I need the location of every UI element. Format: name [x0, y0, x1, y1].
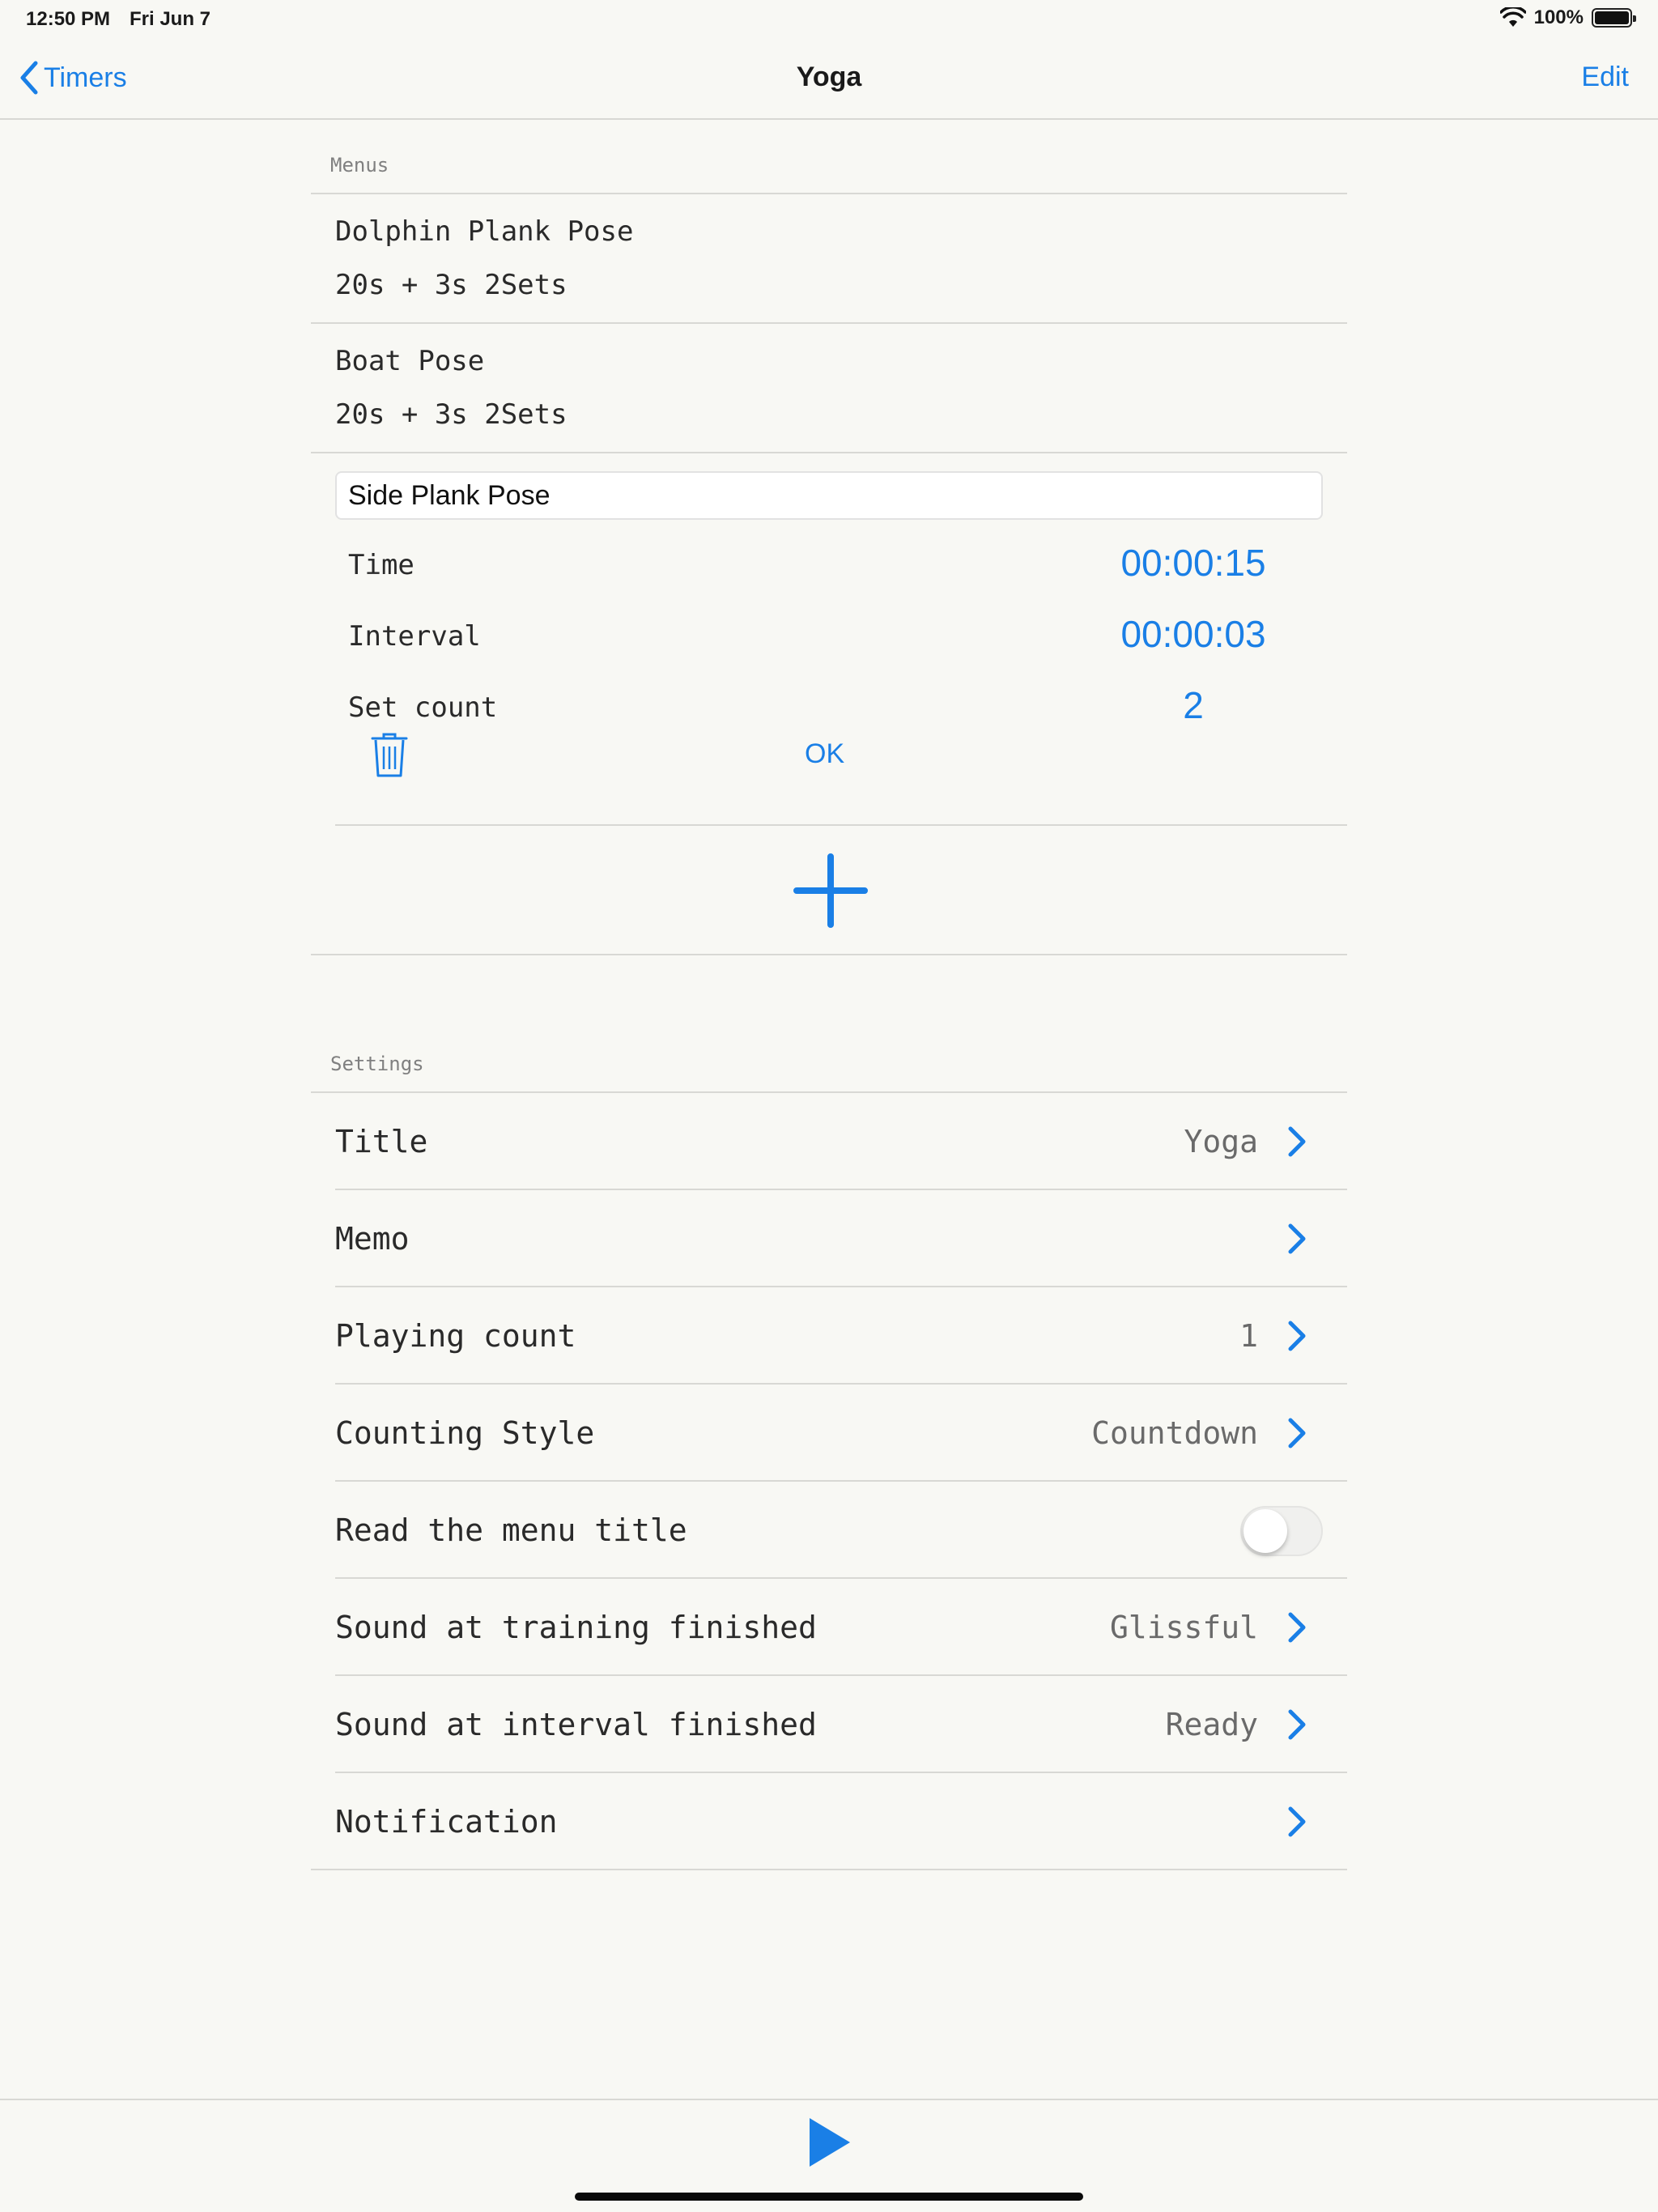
settings-row-value: Yoga [1184, 1124, 1258, 1159]
settings-row-value: 1 [1239, 1318, 1258, 1354]
chevron-right-icon[interactable] [1286, 1221, 1308, 1257]
status-time: 12:50 PM [26, 8, 111, 30]
navigation-bar: Timers Yoga Edit [0, 39, 1658, 120]
chevron-right-icon[interactable] [1286, 1610, 1308, 1645]
time-value-picker[interactable]: 00:00:15 [1096, 541, 1290, 585]
menus-section: Menus Dolphin Plank Pose 20s + 3s 2Sets … [311, 121, 1347, 955]
settings-row-label: Notification [335, 1804, 558, 1840]
bottom-toolbar [0, 2099, 1658, 2212]
settings-row-read-menu-title: Read the menu title [335, 1482, 1347, 1579]
settings-row-sound-interval-finished[interactable]: Sound at interval finished Ready [335, 1676, 1347, 1773]
menu-name-input[interactable] [335, 471, 1323, 520]
chevron-right-icon[interactable] [1286, 1707, 1308, 1742]
menu-item-detail: 20s + 3s 2Sets [335, 398, 568, 431]
chevron-right-icon[interactable] [1286, 1415, 1308, 1451]
settings-row-value: Ready [1165, 1707, 1258, 1742]
wifi-icon [1499, 7, 1526, 27]
settings-row-label: Sound at training finished [335, 1610, 817, 1645]
settings-row-label: Title [335, 1124, 428, 1159]
settings-row-playing-count[interactable]: Playing count 1 [335, 1287, 1347, 1385]
settings-section-header: Settings [311, 1019, 1347, 1093]
settings-row-label: Read the menu title [335, 1512, 687, 1548]
menu-edit-card: Time 00:00:15 Interval 00:00:03 Set coun… [335, 453, 1347, 826]
plus-icon[interactable] [793, 853, 868, 928]
set-count-value-picker[interactable]: 2 [1096, 683, 1290, 727]
settings-row-sound-training-finished[interactable]: Sound at training finished Glissful [335, 1579, 1347, 1676]
battery-icon [1592, 8, 1636, 28]
menu-item-detail: 20s + 3s 2Sets [335, 269, 568, 301]
status-bar: 12:50 PM Fri Jun 7 100% [0, 0, 1658, 39]
chevron-right-icon[interactable] [1286, 1124, 1308, 1159]
settings-row-label: Counting Style [335, 1415, 595, 1451]
ok-button[interactable]: OK [805, 738, 844, 770]
status-date: Fri Jun 7 [130, 8, 211, 30]
chevron-right-icon[interactable] [1286, 1318, 1308, 1354]
settings-row-label: Memo [335, 1221, 410, 1257]
menu-item-name: Boat Pose [335, 345, 485, 377]
read-menu-title-toggle[interactable] [1240, 1506, 1323, 1556]
menu-item-name: Dolphin Plank Pose [335, 215, 634, 248]
settings-row-counting-style[interactable]: Counting Style Countdown [335, 1385, 1347, 1482]
menus-section-header: Menus [311, 121, 1347, 194]
time-row: Time 00:00:15 [335, 534, 1323, 599]
settings-row-label: Playing count [335, 1318, 576, 1354]
edit-button[interactable]: Edit [1581, 62, 1629, 93]
home-indicator [575, 2193, 1083, 2201]
interval-label: Interval [348, 620, 481, 653]
interval-value-picker[interactable]: 00:00:03 [1096, 612, 1290, 656]
status-right: 100% [1499, 6, 1636, 29]
chevron-right-icon[interactable] [1286, 1804, 1308, 1840]
menu-item-boat-pose[interactable]: Boat Pose 20s + 3s 2Sets [311, 324, 1347, 453]
settings-row-title[interactable]: Title Yoga [335, 1093, 1347, 1190]
time-label: Time [348, 549, 414, 581]
settings-row-value: Glissful [1109, 1610, 1258, 1645]
set-count-row: Set count 2 [335, 677, 1323, 742]
settings-row-value: Countdown [1091, 1415, 1258, 1451]
menus-header-label: Menus [330, 154, 389, 177]
play-icon[interactable] [806, 2116, 852, 2168]
page-title: Yoga [796, 62, 862, 92]
set-count-label: Set count [348, 691, 498, 724]
add-menu-row [311, 826, 1347, 955]
trash-icon[interactable] [369, 730, 410, 779]
settings-row-memo[interactable]: Memo [335, 1190, 1347, 1287]
settings-row-label: Sound at interval finished [335, 1707, 817, 1742]
settings-header-label: Settings [330, 1053, 424, 1075]
settings-row-notification[interactable]: Notification [311, 1773, 1347, 1870]
battery-percent: 100% [1533, 6, 1584, 28]
toggle-knob [1244, 1509, 1287, 1553]
menu-item-dolphin-plank[interactable]: Dolphin Plank Pose 20s + 3s 2Sets [311, 194, 1347, 324]
settings-section: Settings Title Yoga Memo Playing count 1… [311, 1019, 1347, 1870]
interval-row: Interval 00:00:03 [335, 606, 1323, 670]
